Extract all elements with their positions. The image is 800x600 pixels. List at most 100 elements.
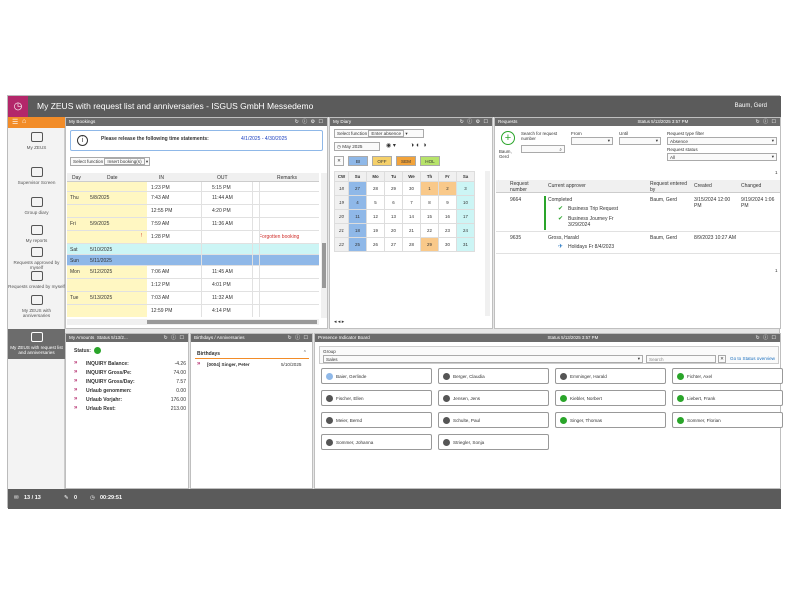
user-name[interactable]: Baum, Gerd	[735, 103, 767, 109]
calendar-day[interactable]: 14	[402, 209, 421, 224]
messages-icon[interactable]: ✉	[14, 495, 19, 501]
calendar-day[interactable]: 21	[402, 223, 421, 238]
request-item[interactable]: Business Trip Request	[568, 206, 628, 212]
presence-card[interactable]: Schulte, Paul	[438, 412, 549, 428]
presence-card[interactable]: Sommer, Florian	[672, 412, 783, 428]
home-icon[interactable]: ⌂	[22, 118, 26, 125]
table-row[interactable]: Sun 5/11/2025	[67, 255, 319, 266]
bookings-hscrollbar[interactable]	[67, 319, 319, 325]
calendar-day[interactable]: 10	[456, 195, 475, 210]
table-row[interactable]: 1:12 PM 4:01 PM	[67, 279, 319, 292]
status-overview-link[interactable]: Go to Status overview	[730, 356, 775, 361]
table-row[interactable]: 12:55 PM 4:20 PM	[67, 205, 319, 218]
calendar-day[interactable]: 29	[384, 181, 403, 196]
table-row[interactable]: Thu 5/8/2025 7:43 AM 11:44 AM	[67, 192, 319, 205]
legend-sem[interactable]: SEM	[396, 156, 416, 166]
calendar-day[interactable]: 3	[456, 181, 475, 196]
table-row[interactable]: Mon 5/12/2025 7:06 AM 11:45 AM	[67, 266, 319, 279]
sidebar-item-7[interactable]: My ZEUS with request list and anniversar…	[8, 329, 65, 359]
calendar-day[interactable]: 7	[402, 195, 421, 210]
calendar-day[interactable]: 30	[438, 237, 457, 252]
sidebar-item-0[interactable]: My ZEUS	[8, 132, 65, 150]
presence-card[interactable]: Fischer, Ellen	[321, 390, 432, 406]
calendar-day[interactable]: 12	[366, 209, 385, 224]
table-row[interactable]: Tue 5/13/2025 7:03 AM 11:32 AM	[67, 292, 319, 305]
presence-card[interactable]: Baier, Gerlinde	[321, 368, 432, 384]
group-select[interactable]: Sales ▾	[323, 355, 643, 363]
calendar-day[interactable]: 20	[384, 223, 403, 238]
presence-card[interactable]: Emminger, Harald	[555, 368, 666, 384]
calendar-day[interactable]: 17	[456, 209, 475, 224]
calendar-day[interactable]: 27	[384, 237, 403, 252]
sidebar-item-1[interactable]: Supervisor Screen	[8, 167, 65, 185]
add-request-icon[interactable]: +	[501, 131, 515, 145]
edit-icon[interactable]: ✎	[64, 495, 69, 501]
status-filter-select[interactable]: All ▾	[667, 153, 777, 161]
clear-search-icon[interactable]: ✕	[718, 355, 726, 363]
presence-card[interactable]: Kiebler, Norbert	[555, 390, 666, 406]
bookings-select-function[interactable]: Select function Insert booking(s) ▾	[70, 157, 150, 166]
from-date-input[interactable]: ▾	[571, 137, 613, 145]
calendar-day[interactable]: 6	[384, 195, 403, 210]
presence-card[interactable]: Striegler, Sonja	[438, 434, 549, 450]
diary-nav-icon[interactable]: ◂ ◂ ▸	[334, 319, 344, 325]
collapse-icon[interactable]: ⌃	[303, 350, 307, 356]
panel-controls-icon[interactable]: ↻ ⓘ ⚙ ☐	[460, 118, 489, 126]
table-row[interactable]: Sat 5/10/2025	[67, 244, 319, 255]
presence-card[interactable]: Jensen, Jens	[438, 390, 549, 406]
bookings-scrollbar[interactable]	[321, 173, 327, 318]
calendar-day[interactable]: 19	[366, 223, 385, 238]
today-icon[interactable]: ◉ ▾	[386, 142, 396, 149]
calendar-day[interactable]: 27	[348, 181, 367, 196]
legend-off[interactable]: OFF	[372, 156, 392, 166]
presence-card[interactable]: Singer, Thomas	[555, 412, 666, 428]
panel-controls-icon[interactable]: ↻ ⓘ ☐	[288, 334, 309, 342]
panel-controls-icon[interactable]: ↻ ⓘ ☐	[756, 118, 777, 126]
calendar-day[interactable]: 28	[366, 181, 385, 196]
calendar-day[interactable]: 9	[438, 195, 457, 210]
table-row[interactable]: Fri 5/9/2025 7:59 AM 11:36 AM	[67, 218, 319, 231]
sidebar-item-6[interactable]: My ZEUS with anniversaries	[8, 295, 65, 318]
panel-controls-icon[interactable]: ↻ ⓘ ☐	[164, 334, 185, 342]
menu-icon[interactable]: ☰	[12, 118, 18, 126]
presence-card[interactable]: Sommer, Johanna	[321, 434, 432, 450]
presence-card[interactable]: Meier, Bernd	[321, 412, 432, 428]
calendar-day[interactable]: 13	[384, 209, 403, 224]
sidebar-item-2[interactable]: Group diary	[8, 197, 65, 215]
calendar-day[interactable]: 30	[402, 181, 421, 196]
diary-select-function[interactable]: Select function Enter absence ▾	[334, 129, 424, 138]
calendar-day[interactable]: 22	[420, 223, 439, 238]
presence-card[interactable]: Fichter, Axel	[672, 368, 783, 384]
sidebar-item-5[interactable]: Requests created by myself	[8, 271, 65, 289]
presence-card[interactable]: Liebert, Frank	[672, 390, 783, 406]
edits-count[interactable]: 0	[74, 495, 77, 501]
notice-period-link[interactable]: 4/1/2025 - 4/30/2025	[241, 136, 287, 142]
calendar-day[interactable]: 29	[420, 237, 439, 252]
calendar-day[interactable]: 23	[438, 223, 457, 238]
legend-bi[interactable]: BI	[348, 156, 368, 166]
calendar-day[interactable]: 31	[456, 237, 475, 252]
month-picker[interactable]: ◷ May 2025	[334, 142, 380, 151]
calendar-day[interactable]: 1	[420, 181, 439, 196]
close-icon[interactable]: ✕	[334, 156, 344, 166]
calendar-day[interactable]: 5	[366, 195, 385, 210]
presence-search-input[interactable]: Search	[646, 355, 716, 363]
presence-card[interactable]: Berger, Claudia	[438, 368, 549, 384]
calendar-day[interactable]: 25	[348, 237, 367, 252]
messages-count[interactable]: 13 / 13	[24, 495, 41, 501]
calendar-day[interactable]: 26	[366, 237, 385, 252]
calendar-day[interactable]: 8	[420, 195, 439, 210]
sidebar-item-4[interactable]: Requests approved by myself	[8, 247, 65, 270]
calendar-day[interactable]: 2	[438, 181, 457, 196]
legend-hol[interactable]: HOL	[420, 156, 440, 166]
request-row[interactable]: 9635 Gross, Harald Baum, Gerd 8/9/2023 10:2…	[496, 232, 780, 254]
table-row[interactable]: 12:59 PM 4:14 PM	[67, 305, 319, 317]
panel-controls-icon[interactable]: ↻ ⓘ ☐	[756, 334, 777, 342]
until-date-input[interactable]: ▾	[619, 137, 661, 145]
birthdays-section[interactable]: Birthdays ⌃	[195, 350, 309, 359]
request-row[interactable]: 9664 Completed Baum, Gerd 3/15/2024 12:00 P…	[496, 194, 780, 232]
request-item[interactable]: Holidays Fr 8/4/2023	[568, 244, 628, 250]
app-logo-icon[interactable]: ◷	[8, 96, 28, 117]
search-request-input[interactable]: ⌕	[521, 145, 565, 153]
panel-controls-icon[interactable]: ↻ ⓘ ⚙ ☐	[295, 118, 324, 126]
